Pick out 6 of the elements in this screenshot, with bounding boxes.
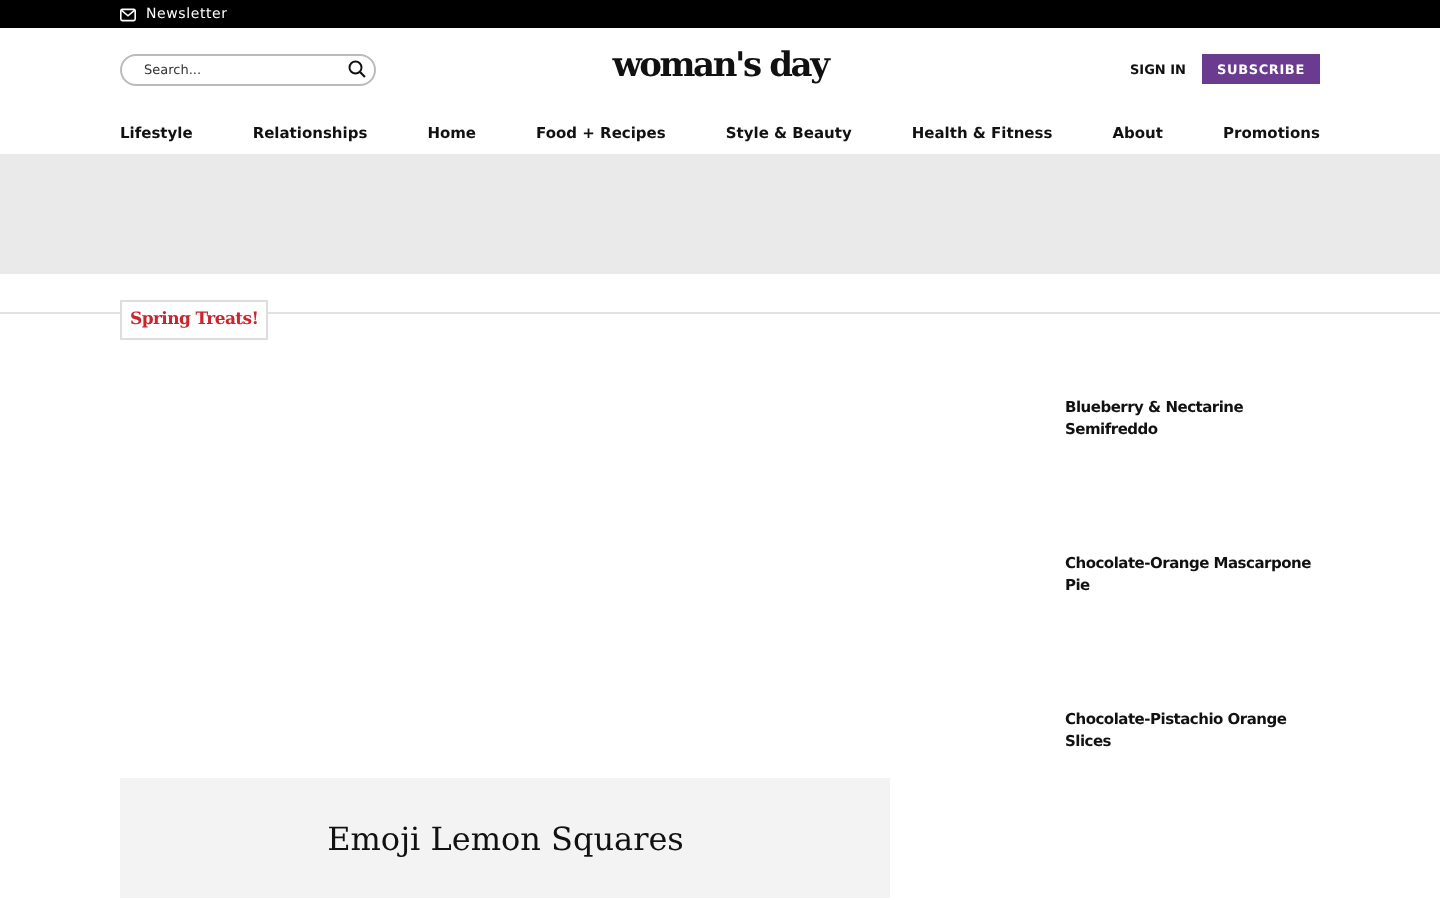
feature-title[interactable]: Emoji Lemon Squares: [327, 819, 684, 857]
mail-icon: [120, 7, 136, 21]
site-logo[interactable]: woman's day: [612, 46, 828, 86]
feature-title-card[interactable]: Emoji Lemon Squares: [120, 778, 891, 898]
section-label: Spring Treats!: [120, 300, 269, 340]
search-icon[interactable]: [348, 60, 366, 78]
